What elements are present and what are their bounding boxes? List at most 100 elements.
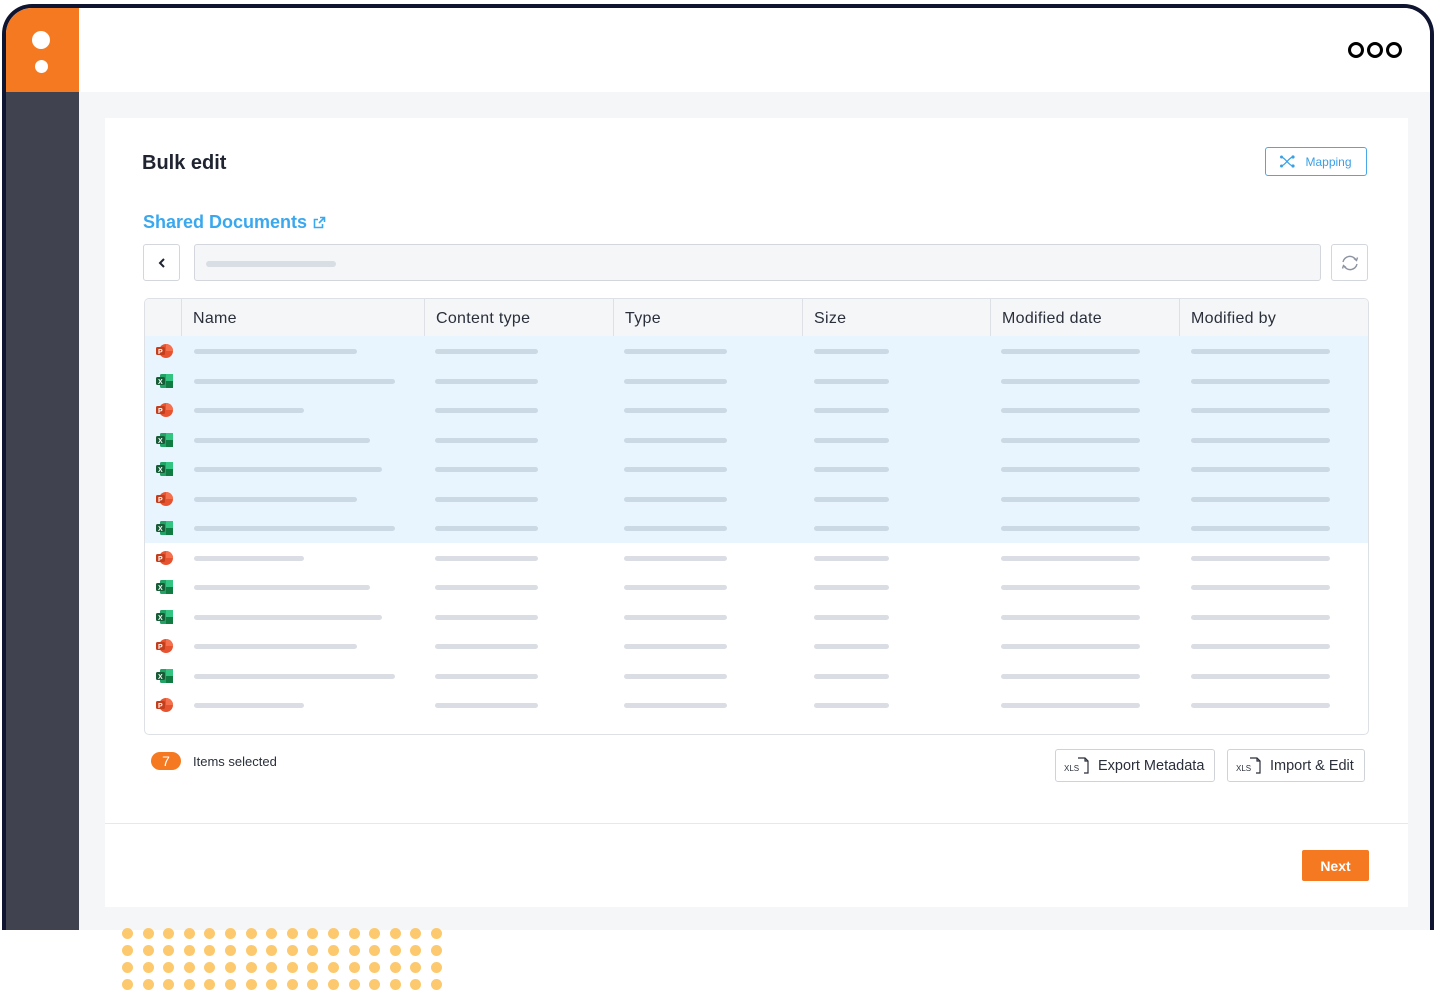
decor-dot (410, 979, 422, 990)
cell-placeholder-bar (624, 644, 727, 649)
decor-dot (327, 962, 339, 973)
decor-dot (245, 928, 257, 939)
name-placeholder-bar (194, 703, 304, 708)
cell-placeholder-bar (435, 437, 538, 443)
decor-dot (410, 928, 422, 939)
powerpoint-file-icon: P (155, 402, 173, 418)
table-row[interactable]: X (145, 454, 1368, 484)
svg-text:XLS: XLS (1236, 764, 1251, 773)
table-row[interactable]: X (145, 513, 1368, 543)
decor-dot (163, 962, 175, 973)
footer-divider (105, 823, 1408, 824)
decor-dot (245, 962, 257, 973)
logo-dot (32, 31, 50, 49)
more-menu-button[interactable] (1348, 42, 1402, 58)
cell-placeholder-bar (814, 437, 889, 443)
decor-dot (348, 928, 360, 939)
xls-file-icon: XLS (1236, 756, 1261, 774)
cell-placeholder-bar (814, 555, 889, 561)
svg-text:P: P (158, 497, 163, 504)
name-placeholder-bar (194, 467, 382, 472)
cell-placeholder-bar (1001, 585, 1140, 590)
cell-placeholder-bar (814, 526, 889, 531)
cell-placeholder-bar (1001, 408, 1140, 413)
cell-placeholder-bar (624, 555, 727, 561)
decor-dot (122, 928, 133, 939)
decor-dot (266, 979, 278, 990)
decor-dot (245, 945, 257, 956)
excel-file-icon: X (155, 461, 173, 477)
refresh-button[interactable] (1331, 244, 1368, 281)
table-row[interactable]: P (145, 543, 1368, 573)
decor-dot (183, 945, 195, 956)
cell-placeholder-bar (624, 467, 727, 472)
excel-file-icon: X (155, 668, 173, 684)
cell-placeholder-bar (624, 673, 727, 679)
decor-dot (286, 928, 298, 939)
cell-placeholder-bar (1191, 585, 1330, 590)
back-button[interactable] (143, 244, 180, 281)
selection-summary: 7 Items selected (151, 752, 277, 770)
decor-dot (369, 979, 381, 990)
excel-file-icon: X (155, 609, 173, 625)
column-header-size[interactable]: Size (802, 299, 991, 336)
column-header-type[interactable]: Type (613, 299, 802, 336)
table-row[interactable]: X (145, 424, 1368, 454)
svg-text:P: P (158, 556, 163, 563)
column-header-modified-date[interactable]: Modified date (990, 299, 1179, 336)
table-row[interactable]: X (145, 661, 1368, 691)
cell-placeholder-bar (1191, 349, 1330, 354)
table-row[interactable]: P (145, 336, 1368, 366)
cell-placeholder-bar (435, 526, 538, 531)
svg-text:X: X (158, 526, 163, 533)
import-edit-button[interactable]: XLS Import & Edit (1227, 749, 1365, 782)
breadcrumb-label: Shared Documents (143, 212, 308, 232)
cell-placeholder-bar (435, 555, 538, 561)
column-header-name[interactable]: Name (181, 299, 425, 336)
circle-icon (1348, 42, 1364, 58)
decor-dot (327, 945, 339, 956)
table-row[interactable]: P (145, 395, 1368, 425)
table-row[interactable]: P (145, 690, 1368, 720)
svg-text:X: X (158, 585, 163, 592)
sidebar (6, 92, 79, 930)
column-header-modified-by[interactable]: Modified by (1179, 299, 1368, 336)
name-placeholder-bar (194, 526, 395, 531)
decor-dot (163, 928, 175, 939)
selected-count-badge: 7 (151, 752, 181, 770)
decor-dot (307, 979, 319, 990)
table-row[interactable]: X (145, 572, 1368, 602)
app-logo[interactable] (6, 8, 79, 92)
path-placeholder-bar (206, 261, 336, 267)
column-header-content-type[interactable]: Content type (424, 299, 613, 336)
breadcrumb-shared-documents[interactable]: Shared Documents (143, 212, 326, 233)
cell-placeholder-bar (1001, 703, 1140, 708)
table-row[interactable]: P (145, 631, 1368, 661)
next-button[interactable]: Next (1302, 850, 1369, 881)
export-metadata-button[interactable]: XLS Export Metadata (1055, 749, 1216, 782)
table-row[interactable]: P (145, 483, 1368, 513)
powerpoint-file-icon: P (155, 697, 173, 713)
decor-dot (183, 979, 195, 990)
cell-placeholder-bar (624, 408, 727, 413)
decor-dot (430, 979, 442, 990)
decor-dot (307, 962, 319, 973)
decor-dot (389, 928, 401, 939)
name-placeholder-bar (194, 437, 370, 443)
mapping-button[interactable]: Mapping (1265, 147, 1367, 176)
name-placeholder-bar (194, 349, 357, 354)
decor-dot (142, 945, 154, 956)
decor-dot (266, 962, 278, 973)
table-row[interactable]: X (145, 365, 1368, 395)
decor-dot (163, 979, 175, 990)
cell-placeholder-bar (814, 585, 889, 590)
path-input[interactable] (194, 244, 1321, 281)
cell-placeholder-bar (435, 673, 538, 679)
name-placeholder-bar (194, 496, 357, 502)
decor-dot (224, 979, 236, 990)
decor-dot (266, 945, 278, 956)
documents-table: Name Content type Type Size Modified dat… (144, 298, 1369, 735)
decor-dot (204, 962, 216, 973)
table-row[interactable]: X (145, 602, 1368, 632)
decor-dot (122, 945, 133, 956)
